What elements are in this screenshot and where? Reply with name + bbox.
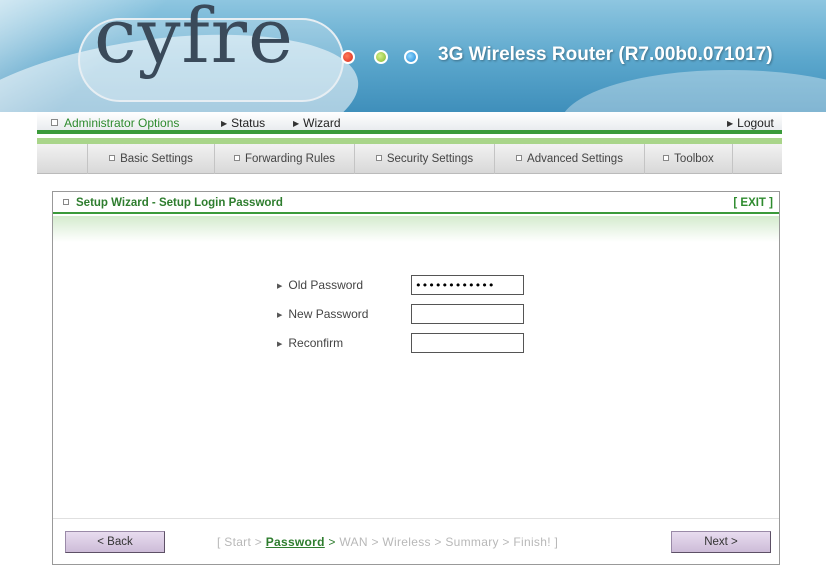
arrow-right-icon: ▶ [277, 341, 283, 348]
square-bullet-icon [63, 199, 69, 205]
tab-security-settings[interactable]: Security Settings [355, 144, 495, 174]
steps-remaining: WAN > Wireless > Summary > Finish! ] [339, 535, 559, 549]
top-nav: Administrator Options ▶ Status ▶ Wizard ▶ L… [37, 112, 782, 144]
wizard-steps: [ Start > Password > WAN > Wireless > Su… [217, 535, 558, 549]
new-password-row: ▶ New Password [277, 304, 577, 324]
back-button[interactable]: < Back [65, 531, 165, 553]
nav-administrator-options[interactable]: Administrator Options [51, 116, 179, 130]
new-password-input[interactable] [411, 304, 524, 324]
arrow-right-icon: ▶ [293, 119, 300, 128]
tab-basic-settings[interactable]: Basic Settings [87, 144, 215, 174]
tab-label: Toolbox [674, 153, 714, 165]
square-bullet-icon [375, 155, 382, 161]
square-bullet-icon [51, 119, 58, 126]
old-password-label: ▶ Old Password [277, 278, 363, 292]
tab-toolbox[interactable]: Toolbox [645, 144, 733, 174]
logout-link[interactable]: ▶ Logout [727, 116, 774, 130]
new-password-label: ▶ New Password [277, 307, 368, 321]
steps-separator: > [324, 535, 340, 549]
square-bullet-icon [516, 155, 523, 161]
logo: cyfre [94, 0, 294, 80]
blue-dot-icon [404, 50, 418, 64]
red-dot-icon [341, 50, 355, 64]
header-banner: cyfre 3G Wireless Router (R7.00b0.071017… [0, 0, 826, 112]
nav-label: Wizard [303, 116, 341, 130]
arrow-right-icon: ▶ [277, 312, 283, 319]
square-bullet-icon [109, 155, 116, 161]
nav-label: Logout [737, 116, 774, 130]
label-text: Reconfirm [288, 336, 344, 350]
tab-label: Security Settings [386, 153, 474, 165]
wizard-panel: Setup Wizard - Setup Login Password [ EX… [52, 191, 780, 565]
tab-label: Forwarding Rules [244, 153, 336, 165]
square-bullet-icon [663, 155, 670, 161]
nav-label: Administrator Options [64, 116, 180, 130]
panel-header: Setup Wizard - Setup Login Password [ EX… [53, 192, 779, 214]
old-password-input[interactable] [411, 275, 524, 295]
tab-label: Advanced Settings [527, 153, 623, 165]
panel-title-text: Setup Wizard - Setup Login Password [76, 197, 283, 209]
old-password-row: ▶ Old Password [277, 275, 577, 295]
banner-decoration [560, 70, 826, 112]
tab-label: Basic Settings [120, 153, 193, 165]
nav-label: Status [231, 116, 266, 130]
reconfirm-row: ▶ Reconfirm [277, 333, 577, 353]
settings-tabs: Basic Settings Forwarding Rules Security… [37, 144, 782, 174]
panel-decoration [53, 216, 779, 242]
square-bullet-icon [233, 155, 240, 161]
tab-advanced-settings[interactable]: Advanced Settings [495, 144, 645, 174]
reconfirm-password-input[interactable] [411, 333, 524, 353]
steps-start: [ Start > [217, 535, 266, 549]
nav-wizard[interactable]: ▶ Wizard [293, 116, 341, 130]
step-current-password: Password [265, 535, 325, 549]
router-title: 3G Wireless Router (R7.00b0.071017) [438, 44, 773, 65]
arrow-right-icon: ▶ [727, 119, 734, 128]
label-text: Old Password [288, 278, 364, 292]
tab-forwarding-rules[interactable]: Forwarding Rules [215, 144, 355, 174]
wizard-footer: < Back [ Start > Password > WAN > Wirele… [53, 518, 779, 564]
arrow-right-icon: ▶ [221, 119, 228, 128]
green-dot-icon [374, 50, 388, 64]
reconfirm-label: ▶ Reconfirm [277, 336, 343, 350]
arrow-right-icon: ▶ [277, 283, 283, 290]
nav-status[interactable]: ▶ Status [221, 116, 265, 130]
next-button[interactable]: Next > [671, 531, 771, 553]
label-text: New Password [288, 307, 369, 321]
panel-title: Setup Wizard - Setup Login Password [63, 197, 283, 209]
exit-link[interactable]: [ EXIT ] [733, 197, 773, 209]
